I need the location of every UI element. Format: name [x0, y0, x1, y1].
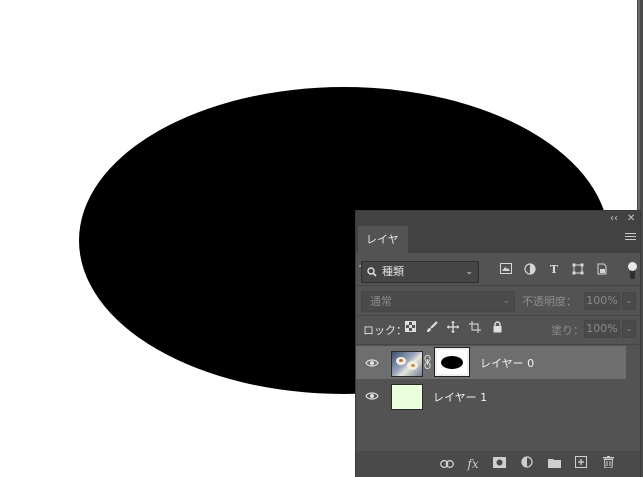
- lock-artboard-icon[interactable]: [468, 321, 482, 335]
- layer-name[interactable]: レイヤー 0: [480, 355, 534, 371]
- layers-bottom-toolbar: fx: [356, 451, 640, 477]
- layer-image-thumbnail[interactable]: [391, 351, 423, 377]
- divider: [356, 285, 640, 286]
- layer-mask-thumbnail[interactable]: [434, 347, 470, 377]
- panel-tab-row: レイヤー: [356, 226, 640, 273]
- layers-scrollbar[interactable]: [626, 346, 640, 451]
- opacity-dropdown-button[interactable]: ⌄: [622, 292, 636, 310]
- filter-type-layer-icon[interactable]: T: [547, 263, 561, 277]
- layer-row-1[interactable]: レイヤー 1: [356, 380, 626, 413]
- collapse-panel-icon[interactable]: ‹‹: [610, 212, 618, 225]
- panel-menu-icon[interactable]: [625, 233, 636, 243]
- divider: [356, 344, 640, 345]
- layers-panel: ‹‹ ✕ レイヤー 種類 ⌄ T 通常 ⌄ 不透明度： 100% ⌄ ロック：: [356, 211, 640, 477]
- new-group-folder-icon[interactable]: [546, 456, 562, 472]
- filter-toggle-switch[interactable]: [628, 262, 637, 279]
- opacity-label: 不透明度：: [522, 295, 577, 308]
- filter-adjustment-layer-icon[interactable]: [523, 263, 537, 277]
- panel-titlebar: ‹‹ ✕: [356, 211, 640, 226]
- add-layer-mask-icon[interactable]: [491, 456, 507, 472]
- chevron-down-icon: ⌄: [465, 267, 473, 277]
- filter-shape-layer-icon[interactable]: [571, 263, 585, 277]
- lock-label: ロック：: [363, 324, 407, 337]
- link-layers-icon[interactable]: [439, 456, 455, 472]
- chevron-down-icon: ⌄: [502, 296, 510, 306]
- divider: [356, 315, 640, 316]
- filter-smart-object-icon[interactable]: [595, 263, 609, 277]
- filter-kind-label: 種類: [382, 265, 404, 278]
- lock-position-icon[interactable]: [446, 321, 460, 335]
- mask-link-icon[interactable]: [424, 355, 431, 369]
- lock-image-pixels-icon[interactable]: [425, 321, 439, 335]
- eye-icon[interactable]: [365, 358, 379, 368]
- fill-input[interactable]: 100%: [584, 320, 620, 338]
- layer-name[interactable]: レイヤー 1: [433, 389, 487, 405]
- close-panel-icon[interactable]: ✕: [627, 212, 635, 225]
- filter-pixel-layer-icon[interactable]: [499, 263, 513, 277]
- layer-row-0[interactable]: レイヤー 0: [356, 346, 626, 379]
- opacity-input[interactable]: 100%: [584, 292, 620, 310]
- lock-transparent-pixels-icon[interactable]: [403, 321, 417, 335]
- new-adjustment-layer-icon[interactable]: [519, 456, 535, 472]
- eye-icon[interactable]: [365, 391, 379, 401]
- layer-fill-thumbnail[interactable]: [391, 384, 423, 410]
- fill-dropdown-button[interactable]: ⌄: [622, 320, 636, 338]
- blend-mode-label: 通常: [370, 295, 392, 308]
- fill-label: 塗り：: [551, 324, 584, 337]
- delete-layer-icon[interactable]: [600, 456, 616, 472]
- lock-all-icon[interactable]: [490, 321, 504, 335]
- new-layer-icon[interactable]: [573, 456, 589, 472]
- layer-style-fx-icon[interactable]: fx: [465, 456, 481, 472]
- tab-layers[interactable]: レイヤー: [358, 226, 408, 273]
- filter-kind-select[interactable]: 種類 ⌄: [361, 261, 479, 283]
- blend-mode-select[interactable]: 通常 ⌄: [361, 291, 515, 312]
